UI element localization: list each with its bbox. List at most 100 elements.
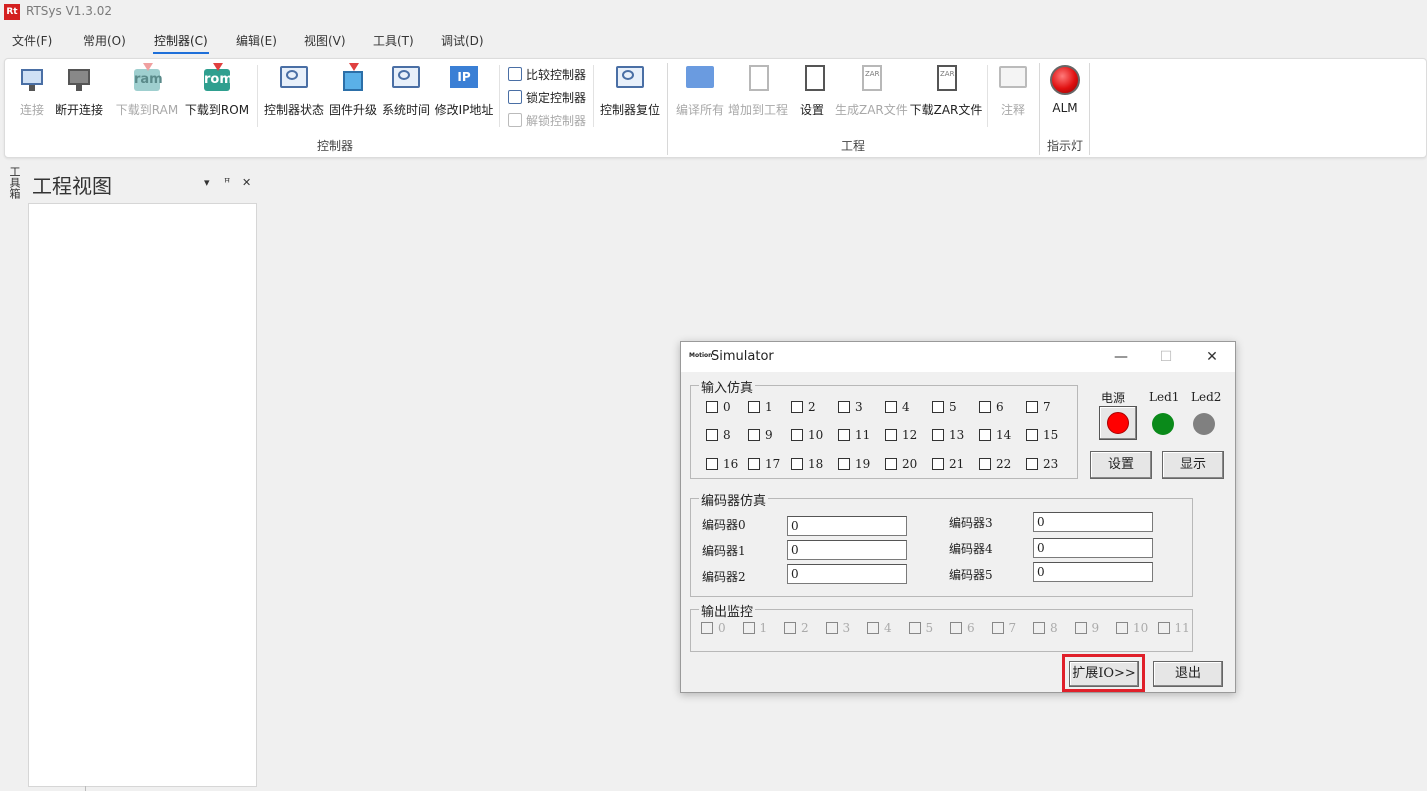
input-checkbox-18[interactable]: 18: [791, 457, 823, 471]
input-checkbox-22[interactable]: 22: [979, 457, 1011, 471]
input-checkbox-label: 16: [723, 457, 739, 471]
input-checkbox-2[interactable]: 2: [791, 400, 816, 414]
annotate-button[interactable]: 注释: [993, 63, 1033, 118]
output-checkbox-7: 7: [991, 621, 1016, 635]
encoder-0-label: 编码器0: [702, 518, 746, 532]
panel-dropdown-icon[interactable]: ▾: [204, 176, 210, 189]
menu-file[interactable]: 文件(F): [12, 32, 52, 49]
input-checkbox-16[interactable]: 16: [706, 457, 738, 471]
checkbox-box: [1116, 622, 1128, 634]
setup-button[interactable]: 设置: [1090, 451, 1152, 479]
input-checkbox-12[interactable]: 12: [885, 428, 917, 442]
simulator-titlebar[interactable]: Motion Simulator — ☐ ✕: [681, 342, 1235, 372]
output-checkbox-label: 4: [884, 621, 892, 635]
encoder-0-input[interactable]: [787, 516, 907, 536]
input-checkbox-14[interactable]: 14: [979, 428, 1011, 442]
checkbox-box: [932, 458, 944, 470]
led1-indicator: [1152, 413, 1174, 435]
input-checkbox-label: 23: [1043, 457, 1059, 471]
output-checkbox-label: 9: [1091, 621, 1100, 635]
download-ram-button[interactable]: ram 下载到RAM: [115, 63, 179, 118]
unlock-icon: [508, 113, 522, 127]
encoder-4-input[interactable]: [1033, 538, 1153, 558]
menu-edit[interactable]: 编辑(E): [236, 32, 277, 49]
add-to-project-button[interactable]: 增加到工程: [727, 63, 789, 118]
input-checkbox-7[interactable]: 7: [1026, 400, 1051, 414]
output-checkbox-2: 2: [784, 621, 809, 635]
menu-controller[interactable]: 控制器(C): [154, 32, 208, 49]
input-checkbox-4[interactable]: 4: [885, 400, 910, 414]
menu-debug[interactable]: 调试(D): [441, 32, 484, 49]
input-checkbox-13[interactable]: 13: [932, 428, 964, 442]
compare-controller-button[interactable]: 比较控制器: [508, 66, 586, 83]
power-label: 电源: [1101, 391, 1126, 405]
close-button[interactable]: ✕: [1200, 346, 1224, 368]
project-view-header: 工程视图 ▾ ꟸ ✕: [28, 166, 258, 200]
encoder-2-input[interactable]: [787, 564, 907, 584]
checkbox-box: [1157, 622, 1170, 634]
unlock-controller-button[interactable]: 解锁控制器: [508, 112, 586, 129]
menu-view[interactable]: 视图(V): [304, 32, 346, 49]
connect-button[interactable]: 连接: [11, 63, 53, 118]
controller-status-button[interactable]: 控制器状态: [263, 63, 325, 118]
magnifier-screen-icon: [277, 63, 311, 95]
input-checkbox-21[interactable]: 21: [932, 457, 964, 471]
encoder-1-input[interactable]: [787, 540, 907, 560]
settings-button[interactable]: 设置: [797, 63, 827, 118]
toolbox-tab[interactable]: 工具箱: [4, 166, 22, 216]
ribbon-divider: [593, 65, 594, 127]
input-checkbox-1[interactable]: 1: [748, 400, 773, 414]
system-time-button[interactable]: 系统时间: [381, 63, 431, 118]
input-checkbox-17[interactable]: 17: [748, 457, 780, 471]
input-checkbox-5[interactable]: 5: [932, 400, 957, 414]
display-button[interactable]: 显示: [1162, 451, 1224, 479]
ribbon-divider: [987, 65, 988, 127]
input-checkbox-11[interactable]: 11: [838, 428, 870, 442]
input-checkbox-label: 19: [855, 457, 871, 471]
app-titlebar: Rt RTSys V1.3.02: [0, 0, 1427, 24]
output-checkbox-8: 8: [1033, 621, 1058, 635]
disconnect-button[interactable]: 断开连接: [53, 63, 105, 118]
input-checkbox-label: 2: [808, 400, 816, 414]
checkbox-box: [706, 401, 718, 413]
panel-pin-icon[interactable]: ꟸ: [224, 176, 230, 189]
encoder-3-input[interactable]: [1033, 512, 1153, 532]
input-checkbox-6[interactable]: 6: [979, 400, 1004, 414]
download-zar-button[interactable]: ZAR 下载ZAR文件: [909, 63, 983, 118]
output-checkbox-5: 5: [908, 621, 933, 635]
power-button[interactable]: [1099, 406, 1137, 440]
output-checkbox-11: 11: [1157, 621, 1190, 635]
menu-tools[interactable]: 工具(T): [373, 32, 414, 49]
checkbox-box: [885, 458, 897, 470]
modify-ip-button[interactable]: IP 修改IP地址: [433, 63, 495, 118]
input-checkbox-15[interactable]: 15: [1026, 428, 1058, 442]
download-rom-button[interactable]: rom 下载到ROM: [183, 63, 251, 118]
minimize-button[interactable]: —: [1109, 346, 1133, 368]
input-checkbox-9[interactable]: 9: [748, 428, 773, 442]
zar-generate-icon: ZAR: [854, 63, 888, 95]
checkbox-box: [979, 429, 991, 441]
checkbox-box: [1033, 622, 1045, 634]
input-checkbox-3[interactable]: 3: [838, 400, 863, 414]
input-checkbox-0[interactable]: 0: [706, 400, 731, 414]
panel-close-icon[interactable]: ✕: [242, 176, 251, 189]
input-checkbox-20[interactable]: 20: [885, 457, 917, 471]
ribbon-group-divider: [667, 63, 668, 155]
exit-button[interactable]: 退出: [1153, 661, 1223, 687]
checkbox-box: [1026, 458, 1038, 470]
controller-reset-button[interactable]: 控制器复位: [599, 63, 661, 118]
lock-controller-button[interactable]: 锁定控制器: [508, 89, 586, 106]
firmware-upgrade-button[interactable]: 固件升级: [328, 63, 378, 118]
encoder-5-input[interactable]: [1033, 562, 1153, 582]
input-checkbox-23[interactable]: 23: [1026, 457, 1058, 471]
input-checkbox-label: 12: [902, 428, 918, 442]
compile-all-button[interactable]: 编译所有: [675, 63, 725, 118]
menu-common[interactable]: 常用(O): [83, 32, 126, 49]
generate-zar-button[interactable]: ZAR 生成ZAR文件: [835, 63, 908, 118]
input-checkbox-8[interactable]: 8: [706, 428, 731, 442]
expand-io-button[interactable]: 扩展IO>>: [1069, 661, 1139, 687]
project-view-body[interactable]: [28, 203, 257, 787]
input-checkbox-10[interactable]: 10: [791, 428, 823, 442]
input-checkbox-19[interactable]: 19: [838, 457, 870, 471]
panel-bottom-tab[interactable]: [28, 786, 86, 791]
